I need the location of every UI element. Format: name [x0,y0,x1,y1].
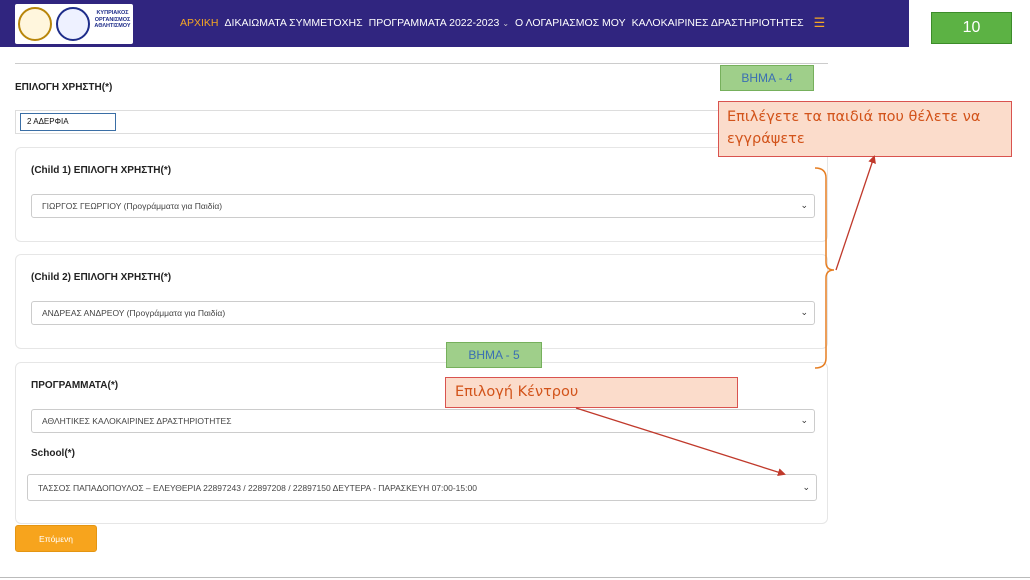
programs-label-text: ΠΡΟΓΡΑΜΜΑΤΑ [31,380,108,391]
required-mark: (*) [107,380,119,391]
programs-select-value: ΑΘΛΗΤΙΚΕΣ ΚΑΛΟΚΑΙΡΙΝΕΣ ΔΡΑΣΤΗΡΙΟΤΗΤΕΣ [42,416,232,426]
step4-callout: Επιλέγετε τα παιδιά που θέλετε να εγγράψ… [718,101,1012,157]
child1-label: (Child 1) ΕΠΙΛΟΓΗ ΧΡΗΣΤΗ(*) [31,165,171,176]
school-select-value: ΤΑΣΣΟΣ ΠΑΠΑΔΟΠΟΥΛΟΣ – ΕΛΕΥΘΕΡΙΑ 22897243… [38,482,477,493]
logo-text: ΚΥΠΡΙΑΚΟΣ ΟΡΓΑΝΙΣΜΟΣ ΑΘΛΗΤΙΣΜΟΥ [94,10,131,29]
logo-emblem-right [56,7,90,41]
child2-label-text: (Child 2) ΕΠΙΛΟΓΗ ΧΡΗΣΤΗ [31,272,161,283]
child1-card: (Child 1) ΕΠΙΛΟΓΗ ΧΡΗΣΤΗ(*) ΓΙΩΡΓΟΣ ΓΕΩΡ… [15,147,828,242]
nav-item-programs-label: ΠΡΟΓΡΑΜΜΑΤΑ 2022-2023 [368,17,500,29]
child1-select[interactable]: ΓΙΩΡΓΟΣ ΓΕΩΡΓΙΟΥ (Προγράμματα για Παιδία… [31,194,815,218]
child2-card: (Child 2) ΕΠΙΛΟΓΗ ΧΡΗΣΤΗ(*) ΑΝΔΡΕΑΣ ΑΝΔΡ… [15,254,828,349]
nav-item-summer-activities[interactable]: ΚΑΛΟΚΑΙΡΙΝΕΣ ΔΡΑΣΤΗΡΙΟΤΗΤΕΣ [632,17,804,29]
next-button[interactable]: Επόμενη [15,525,97,552]
required-mark: (*) [160,165,172,176]
chevron-down-icon: ⌄ [800,307,808,317]
page-number-badge: 10 [931,12,1012,44]
school-label-text: School [31,448,65,459]
divider [15,63,828,64]
page-bottom-border [0,577,1030,578]
programs-label: ΠΡΟΓΡΑΜΜΑΤΑ(*) [31,380,118,391]
required-mark: (*) [101,82,113,93]
required-mark: (*) [64,448,75,459]
hamburger-menu-icon[interactable]: ☰ [814,15,826,31]
step5-label: ΒΗΜΑ - 5 [446,342,542,368]
required-mark: (*) [160,272,172,283]
chevron-down-icon: ⌄ [802,482,810,492]
user-select-row: 2 ΑΔΕΡΦΙΑ [15,110,828,134]
chevron-down-icon: ⌄ [800,415,808,425]
user-select-input[interactable]: 2 ΑΔΕΡΦΙΑ [20,113,116,131]
chevron-down-icon: ⌄ [800,200,808,210]
logo-emblem-left [18,7,52,41]
child1-select-value: ΓΙΩΡΓΟΣ ΓΕΩΡΓΙΟΥ (Προγράμματα για Παιδία… [42,201,223,211]
step4-label: ΒΗΜΑ - 4 [720,65,814,91]
step5-callout: Επιλογή Κέντρου [445,377,738,408]
chevron-down-icon: ⌄ [502,19,510,28]
site-logo[interactable]: ΚΥΠΡΙΑΚΟΣ ΟΡΓΑΝΙΣΜΟΣ ΑΘΛΗΤΙΣΜΟΥ [15,4,133,44]
nav-item-programs[interactable]: ΠΡΟΓΡΑΜΜΑΤΑ 2022-2023 ⌄ [369,17,509,29]
child1-label-text: (Child 1) ΕΠΙΛΟΓΗ ΧΡΗΣΤΗ [31,165,161,176]
user-select-label-text: ΕΠΙΛΟΓΗ ΧΡΗΣΤΗ [15,82,102,93]
user-select-label: ΕΠΙΛΟΓΗ ΧΡΗΣΤΗ(*) [15,82,112,93]
nav-item-home[interactable]: ΑΡΧΙΚΗ [180,17,219,29]
programs-select[interactable]: ΑΘΛΗΤΙΚΕΣ ΚΑΛΟΚΑΙΡΙΝΕΣ ΔΡΑΣΤΗΡΙΟΤΗΤΕΣ ⌄ [31,409,815,433]
child2-label: (Child 2) ΕΠΙΛΟΓΗ ΧΡΗΣΤΗ(*) [31,272,171,283]
step4-arrow [835,155,876,271]
school-select[interactable]: ΤΑΣΣΟΣ ΠΑΠΑΔΟΠΟΥΛΟΣ – ΕΛΕΥΘΕΡΙΑ 22897243… [27,474,817,501]
child2-select-value: ΑΝΔΡΕΑΣ ΑΝΔΡΕΟΥ (Προγράμματα για Παιδία) [42,308,226,318]
child2-select[interactable]: ΑΝΔΡΕΑΣ ΑΝΔΡΕΟΥ (Προγράμματα για Παιδία)… [31,301,815,325]
nav-item-participation-rights[interactable]: ΔΙΚΑΙΩΜΑΤΑ ΣΥΜΜΕΤΟΧΗΣ [225,17,363,29]
top-navbar: ΚΥΠΡΙΑΚΟΣ ΟΡΓΑΝΙΣΜΟΣ ΑΘΛΗΤΙΣΜΟΥ ΑΡΧΙΚΗ Δ… [0,0,909,47]
school-label: School(*) [31,448,75,459]
nav-item-my-account[interactable]: Ο ΛΟΓΑΡΙΑΣΜΟΣ ΜΟΥ [515,17,626,29]
main-nav: ΑΡΧΙΚΗ ΔΙΚΑΙΩΜΑΤΑ ΣΥΜΜΕΤΟΧΗΣ ΠΡΟΓΡΑΜΜΑΤΑ… [180,15,826,31]
